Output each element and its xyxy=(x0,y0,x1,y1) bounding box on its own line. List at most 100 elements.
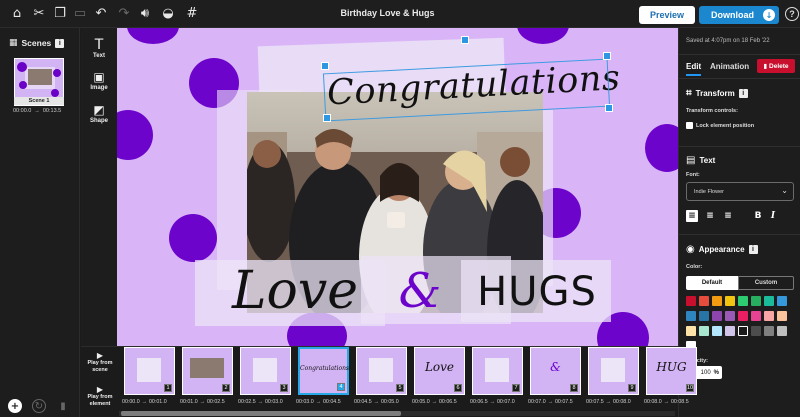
help-icon[interactable]: ? xyxy=(785,7,799,21)
shape-tool[interactable]: ◩ Shape xyxy=(81,103,117,124)
timeline-frame[interactable]: HUG 10 xyxy=(646,347,697,395)
timeline-frame[interactable]: Love 6 xyxy=(414,347,465,395)
timeline-frame[interactable]: 5 xyxy=(356,347,407,395)
timeline-scrollbar[interactable] xyxy=(119,411,675,416)
color-tab-custom[interactable]: Custom xyxy=(738,276,794,290)
frame-shape xyxy=(485,358,509,382)
document-title[interactable]: Birthday Love & Hugs xyxy=(300,8,475,18)
grid-icon[interactable]: # xyxy=(184,6,200,22)
frame-arrow: → xyxy=(257,399,263,405)
redo-icon[interactable]: ↷ xyxy=(116,6,132,22)
timeline-frame[interactable]: Congratulations 4 xyxy=(298,347,349,395)
timeline-frame[interactable]: 7 xyxy=(472,347,523,395)
timeline-frame[interactable]: 1 xyxy=(124,347,175,395)
duplicate-scene-icon[interactable]: ↻ xyxy=(32,399,46,413)
italic-button[interactable]: I xyxy=(767,210,779,222)
color-swatch[interactable] xyxy=(751,296,761,306)
align-right-icon[interactable]: ≡ xyxy=(722,210,734,222)
resize-handle[interactable] xyxy=(461,36,469,44)
hide-icon[interactable]: ◒ xyxy=(160,6,176,22)
color-swatch[interactable] xyxy=(699,311,709,321)
color-swatch[interactable] xyxy=(764,311,774,321)
color-swatch[interactable] xyxy=(725,296,735,306)
color-swatch[interactable] xyxy=(699,326,709,336)
text-tool[interactable]: T Text xyxy=(81,38,117,60)
decor-dot[interactable] xyxy=(169,214,217,262)
home-icon[interactable]: ⌂ xyxy=(9,6,25,22)
frame-caption: Congratulations xyxy=(300,365,350,372)
delete-button[interactable]: ▮ Delete xyxy=(757,59,795,73)
color-swatch[interactable] xyxy=(751,326,761,336)
timeline-frame[interactable]: 3 xyxy=(240,347,291,395)
timeline-frame[interactable]: 9 xyxy=(588,347,639,395)
timeline-frame[interactable]: 2 xyxy=(182,347,233,395)
download-button[interactable]: Download ↓ xyxy=(699,6,779,24)
canvas-stage[interactable]: Congratulations Love & HUGS xyxy=(117,28,678,346)
resize-handle[interactable] xyxy=(321,62,329,70)
color-swatch[interactable] xyxy=(725,326,735,336)
timeline-frame[interactable]: & 8 xyxy=(530,347,581,395)
ampersand-text[interactable]: & xyxy=(395,256,445,326)
thumb-dot xyxy=(53,69,61,77)
color-swatch[interactable] xyxy=(751,311,761,321)
preview-button[interactable]: Preview xyxy=(639,6,695,24)
play-from-element-button[interactable]: ▶ Play from element xyxy=(84,385,116,407)
undo-icon[interactable]: ↶ xyxy=(93,6,109,22)
image-tool[interactable]: ▣ Image xyxy=(81,70,117,91)
frame-shape xyxy=(137,358,161,382)
tab-animation[interactable]: Animation xyxy=(710,62,749,71)
font-select[interactable]: Indie Flower ⌄ xyxy=(686,182,794,201)
color-swatch[interactable] xyxy=(712,311,722,321)
frame-end: 00:05.0 xyxy=(380,399,399,405)
add-scene-icon[interactable]: + xyxy=(8,399,22,413)
bold-button[interactable]: B xyxy=(752,210,764,222)
paste-icon[interactable]: ▭ xyxy=(72,6,88,22)
volume-icon[interactable]: 🔊︎ xyxy=(137,6,153,22)
color-swatch[interactable] xyxy=(764,296,774,306)
timeline-scroll-thumb[interactable] xyxy=(121,411,401,416)
color-swatch[interactable] xyxy=(738,296,748,306)
color-swatch[interactable] xyxy=(686,326,696,336)
color-swatch[interactable] xyxy=(699,296,709,306)
trash-icon[interactable]: ▮ xyxy=(56,399,70,413)
color-tab-default[interactable]: Default xyxy=(686,276,738,290)
thumb-dot xyxy=(51,89,59,97)
film-icon: ▦ xyxy=(9,38,18,48)
color-swatch[interactable] xyxy=(712,296,722,306)
decor-dot[interactable] xyxy=(117,110,153,160)
color-swatch[interactable] xyxy=(686,311,696,321)
lock-position-checkbox[interactable] xyxy=(686,122,693,129)
color-swatch[interactable] xyxy=(725,311,735,321)
thumb-dot xyxy=(17,62,27,72)
resize-handle[interactable] xyxy=(603,52,611,60)
info-icon[interactable]: i xyxy=(738,89,748,98)
color-swatch[interactable] xyxy=(777,326,787,336)
frame-time: 00:07.0 → 00:07.5 xyxy=(528,399,586,405)
decor-dot[interactable] xyxy=(127,28,179,44)
color-swatch[interactable] xyxy=(712,326,722,336)
color-swatch[interactable] xyxy=(777,311,787,321)
frame-end: 00:03.0 xyxy=(264,399,283,405)
hugs-text[interactable]: HUGS xyxy=(467,262,607,322)
align-left-icon[interactable]: ≡ xyxy=(686,210,698,222)
scissors-icon[interactable]: ✂ xyxy=(31,6,47,22)
frame-shape xyxy=(253,358,277,382)
frame-number: 8 xyxy=(570,384,578,392)
color-swatch[interactable] xyxy=(738,326,748,336)
info-icon[interactable]: i xyxy=(55,38,65,48)
align-center-icon[interactable]: ≡ xyxy=(704,210,716,222)
decor-dot[interactable] xyxy=(517,28,569,44)
resize-handle[interactable] xyxy=(605,104,613,112)
color-swatch[interactable] xyxy=(777,296,787,306)
info-icon[interactable]: i xyxy=(748,245,758,254)
color-swatch[interactable] xyxy=(686,296,696,306)
play-from-scene-button[interactable]: ▶ Play from scene xyxy=(84,351,116,373)
copy-icon[interactable]: ❐ xyxy=(52,6,68,22)
color-swatch[interactable] xyxy=(764,326,774,336)
color-swatch[interactable] xyxy=(738,311,748,321)
decor-dot[interactable] xyxy=(645,124,678,172)
love-text[interactable]: Love xyxy=(215,256,375,326)
resize-handle[interactable] xyxy=(323,114,331,122)
divider xyxy=(679,234,800,235)
tab-edit[interactable]: Edit xyxy=(686,62,702,76)
